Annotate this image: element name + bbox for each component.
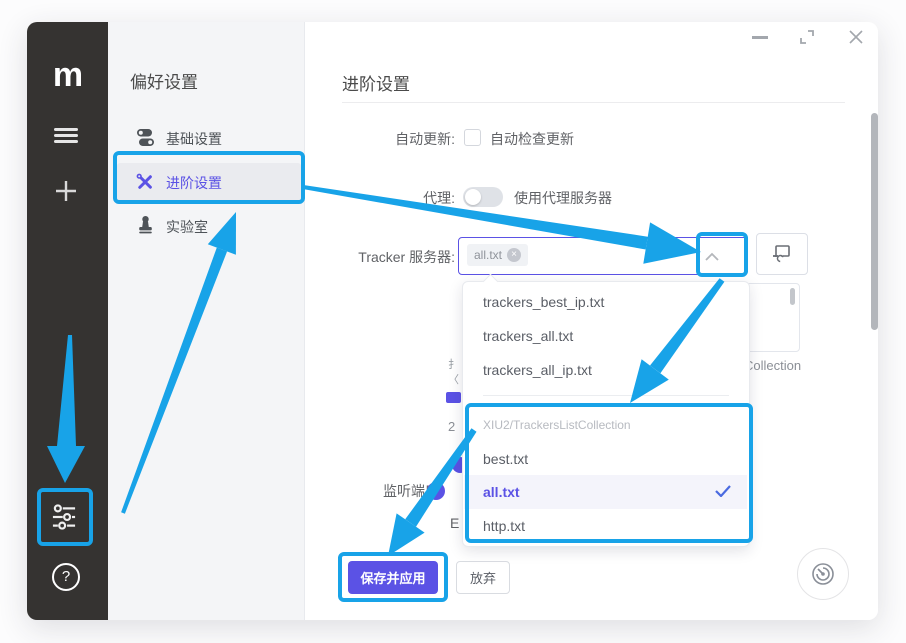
maximize-icon[interactable] (799, 29, 815, 45)
sync-tracker-button[interactable] (756, 233, 808, 275)
text-fragment: 〈 (448, 371, 459, 387)
annotation-box-dropdown-group (465, 403, 753, 543)
auto-update-option-label: 自动检查更新 (490, 129, 574, 149)
proxy-toggle[interactable] (463, 187, 503, 207)
gauge-icon (808, 559, 838, 589)
collection-link-fragment[interactable]: Collection (744, 358, 801, 373)
sidebar-item-label: 基础设置 (166, 129, 222, 149)
proxy-label: 代理: (330, 188, 455, 208)
link-fragment (446, 392, 461, 403)
tag-remove-icon[interactable]: × (507, 248, 521, 262)
dropdown-option[interactable]: trackers_all_ip.txt (483, 362, 592, 378)
motrix-logo: m (50, 56, 86, 95)
screen: m ? 偏好设置 基础设置 (0, 0, 906, 643)
annotation-box-chevron (696, 232, 748, 277)
tracker-tag-label: all.txt (474, 248, 502, 262)
toggle-knob (465, 189, 481, 205)
add-task-icon[interactable] (54, 179, 78, 203)
close-icon[interactable] (847, 28, 865, 46)
annotation-box-advanced-item (113, 151, 305, 204)
minimize-button[interactable] (752, 36, 768, 39)
text-fragment: E (450, 515, 459, 531)
sidebar-item-lab[interactable]: 实验室 (120, 212, 295, 240)
page-title: 进阶设置 (342, 70, 410, 95)
sidebar-item-label: 实验室 (166, 217, 208, 237)
sync-device-icon (772, 244, 792, 263)
help-icon[interactable]: ? (52, 563, 80, 591)
title-divider (342, 102, 845, 103)
tracker-label: Tracker 服务器: (330, 247, 455, 267)
task-list-icon[interactable] (54, 128, 78, 142)
content-scrollbar[interactable] (871, 113, 878, 330)
proxy-option-label: 使用代理服务器 (514, 188, 612, 208)
auto-update-label: 自动更新: (330, 129, 455, 149)
toggles-icon (136, 128, 155, 147)
sidebar-item-basic[interactable]: 基础设置 (120, 124, 295, 152)
auto-update-checkbox[interactable] (464, 129, 481, 146)
preferences-sidebar (108, 22, 305, 620)
sidebar-title: 偏好设置 (130, 68, 198, 93)
annotation-box-save-button (338, 552, 448, 602)
lab-stamp-icon (137, 215, 154, 234)
annotation-box-preferences-icon (37, 488, 93, 546)
toggle-fragment (427, 482, 445, 500)
tracker-tag[interactable]: all.txt × (467, 244, 528, 266)
speed-limit-button[interactable] (797, 548, 849, 600)
text-fragment: 扌 (448, 356, 459, 372)
textarea-scrollbar[interactable] (790, 288, 795, 305)
text-fragment: 2 (448, 419, 455, 434)
discard-button[interactable]: 放弃 (456, 561, 510, 594)
dropdown-option[interactable]: trackers_all.txt (483, 328, 573, 344)
dropdown-divider (483, 395, 729, 396)
dropdown-option[interactable]: trackers_best_ip.txt (483, 294, 604, 310)
